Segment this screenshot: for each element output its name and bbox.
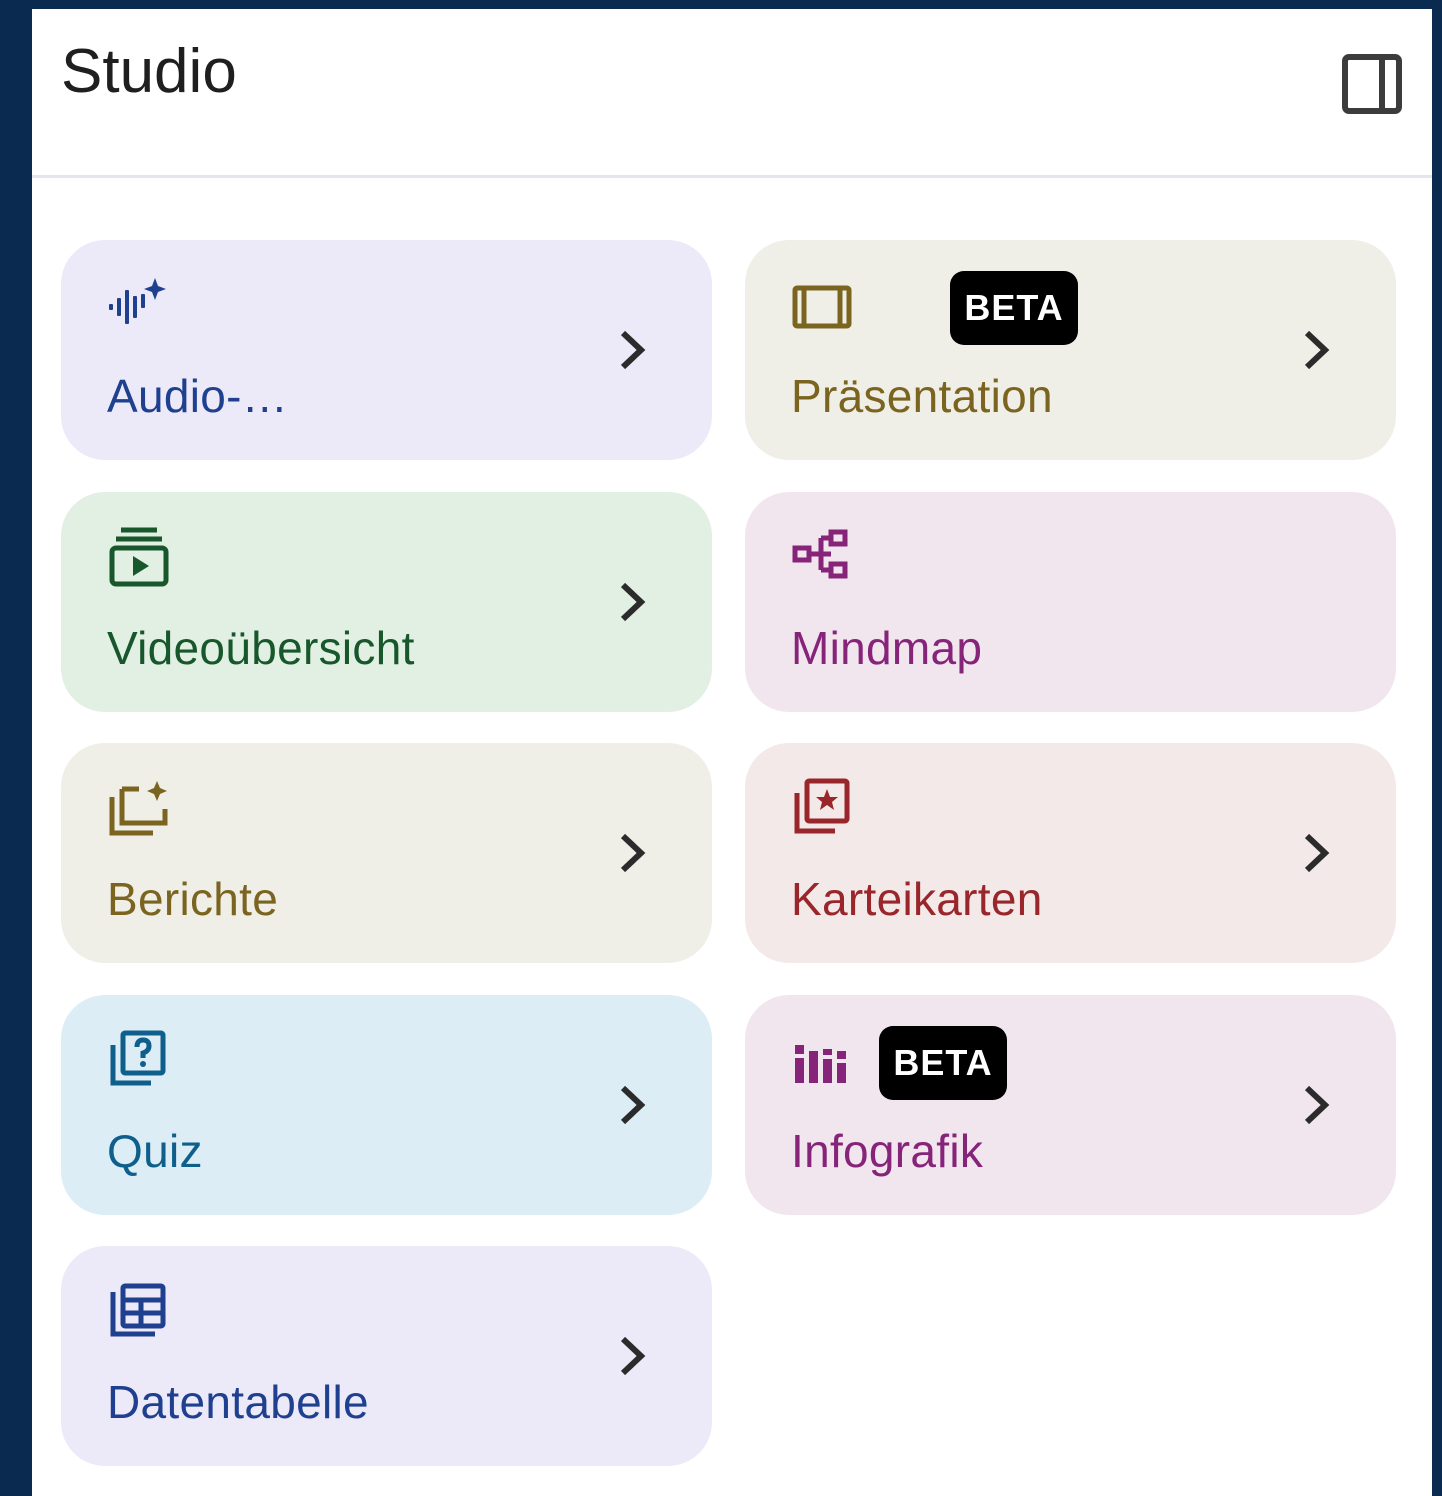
card-label: Infografik [791, 1125, 984, 1177]
dock-to-right-icon [1342, 54, 1402, 114]
card-label: Berichte [107, 873, 279, 925]
card-reports[interactable]: Berichte [61, 743, 712, 963]
card-infographic[interactable]: BETA Infografik [745, 995, 1396, 1215]
card-label: Karteikarten [791, 873, 1043, 925]
beta-badge: BETA [950, 271, 1078, 345]
reports-icon [109, 781, 168, 836]
studio-panel: Studio Audio-… BETA Präsentation Videoüb… [32, 9, 1432, 1496]
card-audio-overview[interactable]: Audio-… [61, 240, 712, 460]
card-presentation[interactable]: BETA Präsentation [745, 240, 1396, 460]
quiz-icon [110, 1030, 166, 1086]
card-data-table[interactable]: Datentabelle [61, 1246, 712, 1466]
card-label: Datentabelle [107, 1376, 369, 1428]
card-label: Mindmap [791, 622, 983, 674]
chevron-right-icon [620, 1085, 646, 1125]
chevron-right-icon [1304, 1085, 1330, 1125]
card-label: Quiz [107, 1125, 203, 1177]
chevron-right-icon [620, 330, 646, 370]
card-flashcards[interactable]: Karteikarten [745, 743, 1396, 963]
panel-toggle-button[interactable] [1342, 53, 1402, 115]
card-video-overview[interactable]: Videoübersicht [61, 492, 712, 712]
flashcards-icon [794, 778, 850, 834]
chevron-right-icon [620, 582, 646, 622]
card-label: Videoübersicht [107, 622, 415, 674]
slides-icon [792, 285, 852, 329]
card-quiz[interactable]: Quiz [61, 995, 712, 1215]
video-library-icon [109, 527, 169, 587]
panel-title: Studio [61, 37, 237, 106]
card-label: Audio-… [107, 370, 289, 422]
mindmap-icon [792, 529, 848, 579]
chevron-right-icon [1304, 833, 1330, 873]
chevron-right-icon [1304, 330, 1330, 370]
panel-header: Studio [32, 9, 1432, 178]
card-mindmap[interactable]: Mindmap [745, 492, 1396, 712]
chevron-right-icon [620, 833, 646, 873]
card-label: Präsentation [791, 370, 1053, 422]
beta-badge: BETA [879, 1026, 1007, 1100]
infographic-icon [795, 1045, 846, 1083]
audio-spark-icon [109, 278, 166, 324]
chevron-right-icon [620, 1336, 646, 1376]
data-table-icon [110, 1283, 166, 1337]
